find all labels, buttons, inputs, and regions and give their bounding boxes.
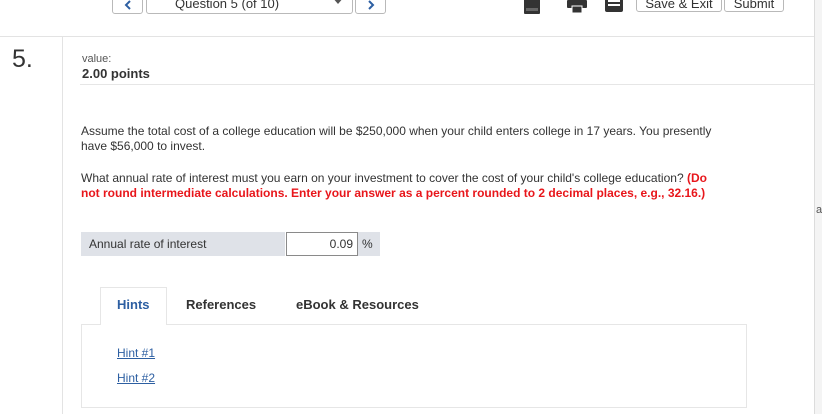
chevron-right-icon <box>367 0 374 10</box>
tab-ebook-resources[interactable]: eBook & Resources <box>296 297 419 312</box>
previous-question-button[interactable] <box>112 0 143 14</box>
top-toolbar: Question 5 (of 10) Save & Exit Submit <box>0 0 822 37</box>
answer-label: Annual rate of interest <box>89 237 207 251</box>
reference-icon[interactable] <box>604 0 624 14</box>
hint-link-2[interactable]: Hint #2 <box>117 371 155 385</box>
header-divider <box>80 84 814 85</box>
tab-references[interactable]: References <box>186 297 256 312</box>
question-selector[interactable]: Question 5 (of 10) <box>146 0 353 14</box>
chevron-left-icon <box>124 0 131 10</box>
answer-input[interactable]: 0.09 <box>286 232 358 256</box>
calculator-icon[interactable] <box>523 0 541 14</box>
question-paragraph-2-text: What annual rate of interest must you ea… <box>81 171 684 185</box>
question-paragraph-2: What annual rate of interest must you ea… <box>81 171 721 201</box>
answer-row: Annual rate of interest <box>81 232 285 256</box>
side-panel-text: ar <box>816 204 822 216</box>
question-number: 5. <box>12 45 33 73</box>
answer-unit: % <box>362 237 373 251</box>
submit-button[interactable]: Submit <box>724 0 784 12</box>
hint-link-1[interactable]: Hint #1 <box>117 346 155 360</box>
caret-down-icon <box>334 0 342 4</box>
question-selector-label: Question 5 (of 10) <box>175 0 280 11</box>
value-label: value: <box>82 53 112 65</box>
next-question-button[interactable] <box>355 0 386 14</box>
save-exit-button[interactable]: Save & Exit <box>636 0 722 12</box>
question-paragraph-1: Assume the total cost of a college educa… <box>81 124 712 153</box>
tab-hints[interactable]: Hints <box>117 297 150 312</box>
hints-panel <box>81 324 747 408</box>
points-value: 2.00 points <box>82 66 150 81</box>
print-icon[interactable] <box>566 0 588 14</box>
left-divider <box>62 36 63 414</box>
answer-unit-cell: % <box>358 232 380 256</box>
